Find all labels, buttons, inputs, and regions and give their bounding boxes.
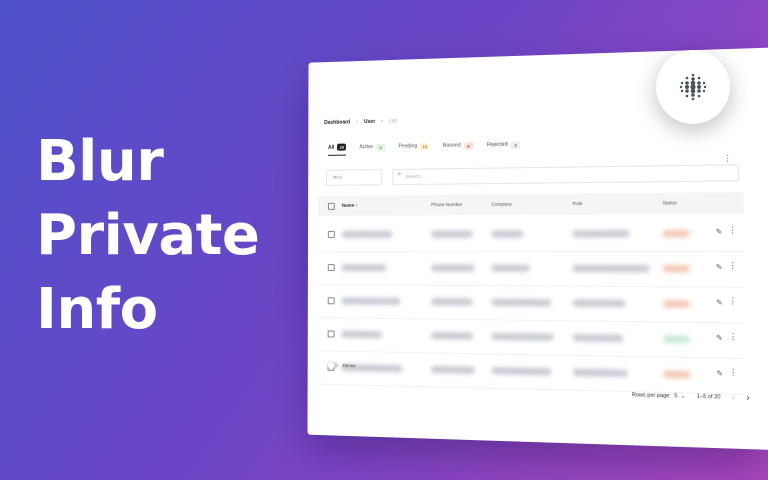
blurred-phone [431, 331, 473, 340]
pencil-icon[interactable]: ✎ [716, 263, 723, 272]
row-checkbox[interactable] [327, 230, 335, 238]
pagination: Rows per page: 5 ⌄ 1–5 of 20 ‹ › [632, 390, 750, 403]
pagination-range: 1–5 of 20 [696, 393, 721, 401]
breadcrumb-dashboard[interactable]: Dashboard [324, 119, 350, 126]
column-name[interactable]: Name ↑ [342, 203, 358, 208]
column-role[interactable]: Role [573, 201, 583, 206]
blurred-name [341, 230, 393, 238]
blurred-status [662, 229, 690, 238]
blurred-status [663, 335, 690, 344]
toolbar-more-icon[interactable]: ⋮ [723, 154, 732, 164]
tab-active[interactable]: Active 2 [359, 143, 386, 155]
tab-rejected-count: 2 [510, 140, 521, 149]
blurred-phone [431, 365, 475, 374]
blurred-company [491, 230, 524, 238]
blurred-phone [431, 230, 473, 238]
tab-all-count: 20 [337, 143, 347, 151]
role-select[interactable]: Role ⌄ [325, 169, 383, 186]
table-row[interactable]: ✎ ⋮ [317, 215, 745, 253]
pencil-icon[interactable]: ✎ [716, 334, 723, 343]
pencil-icon[interactable]: ✎ [716, 228, 723, 237]
kebab-menu-icon[interactable]: ⋮ [729, 367, 738, 377]
filter-row: Role ⌄ ⌕ Search... [325, 164, 741, 186]
pencil-icon[interactable]: ✎ [716, 369, 723, 378]
row-checkbox[interactable] [327, 330, 335, 338]
blurred-phone [431, 298, 473, 306]
search-input[interactable]: ⌕ Search... [392, 164, 740, 186]
breadcrumb-user[interactable]: User [364, 119, 375, 125]
tab-pending[interactable]: Pending 10 [398, 142, 430, 155]
chevron-down-icon: ⌄ [680, 392, 686, 400]
tab-pending-count: 10 [420, 142, 430, 150]
next-page-icon[interactable]: › [746, 393, 749, 403]
table-row[interactable]: ✎ ⋮ [317, 251, 745, 288]
hero-line-1: Blur [36, 129, 164, 194]
column-status[interactable]: Status [662, 200, 676, 205]
table-header: Name ↑ Phone Number Company Role Status [317, 192, 744, 216]
pencil-icon[interactable]: ✎ [716, 298, 723, 307]
status-tabs: All 20 Active 2 Pending 10 Banned 6 Reje… [328, 140, 521, 156]
dot-grid-logo-icon [679, 73, 707, 101]
tab-rejected[interactable]: Rejected 2 [487, 140, 521, 153]
kebab-menu-icon[interactable]: ⋮ [728, 332, 737, 342]
search-placeholder: Search... [405, 173, 424, 179]
dense-label: Dense [342, 362, 356, 369]
dot-grid-logo-icon [656, 50, 730, 124]
blurred-role [572, 299, 626, 308]
toggle-switch[interactable] [327, 362, 339, 368]
breadcrumb: Dashboard • User • List [324, 118, 397, 126]
blurred-name [341, 264, 387, 272]
rows-per-page-value[interactable]: 5 [674, 393, 677, 399]
row-checkbox[interactable] [327, 297, 335, 305]
prev-page-icon[interactable]: ‹ [732, 392, 735, 402]
tab-active-count: 2 [376, 143, 386, 151]
tab-banned[interactable]: Banned 6 [443, 141, 474, 154]
hero-headline: Blur Private Info [36, 125, 260, 347]
kebab-menu-icon[interactable]: ⋮ [728, 225, 737, 235]
blurred-name [341, 330, 382, 339]
blurred-company [491, 298, 552, 307]
blurred-role [572, 368, 628, 378]
blurred-status [662, 265, 690, 273]
column-company[interactable]: Company [491, 201, 511, 206]
column-phone[interactable]: Phone Number [431, 202, 462, 207]
hero-line-3: Info [36, 277, 158, 342]
tab-all[interactable]: All 20 [328, 143, 347, 156]
kebab-menu-icon[interactable]: ⋮ [728, 261, 737, 271]
kebab-menu-icon[interactable]: ⋮ [728, 296, 737, 306]
table-row[interactable]: ✎ ⋮ [317, 350, 745, 395]
chevron-down-icon: ⌄ [332, 173, 338, 180]
blurred-company [491, 366, 552, 376]
breadcrumb-list: List [389, 118, 397, 125]
search-icon: ⌕ [397, 170, 402, 179]
blurred-role [572, 333, 624, 343]
tab-banned-count: 6 [463, 141, 474, 150]
blurred-phone [431, 264, 475, 272]
blurred-status [663, 370, 691, 379]
blurred-name [341, 297, 401, 305]
dense-toggle[interactable]: Dense [327, 362, 356, 369]
rows-per-page-label: Rows per page: [631, 391, 671, 399]
row-checkbox[interactable] [327, 264, 335, 272]
rows-per-page[interactable]: Rows per page: 5 ⌄ [632, 392, 686, 400]
blurred-role [572, 264, 650, 273]
blurred-role [572, 230, 630, 238]
blurred-company [491, 264, 530, 272]
hero-line-2: Private [36, 203, 260, 268]
select-all-checkbox[interactable] [327, 202, 335, 210]
blurred-status [662, 300, 690, 308]
blurred-company [491, 332, 554, 341]
